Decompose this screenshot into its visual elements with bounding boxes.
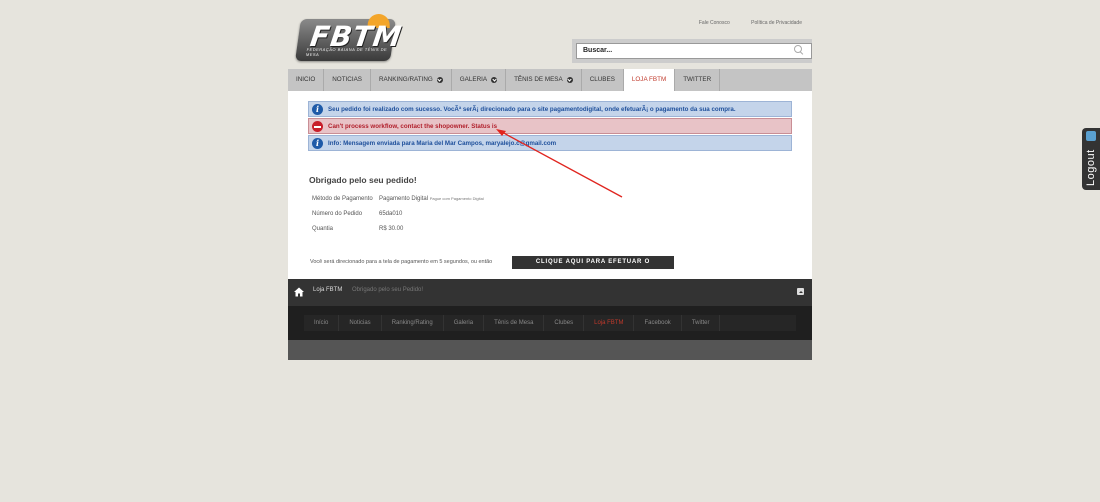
- footer-nav-wrap: Início Noticias Ranking/Rating Galeria T…: [288, 306, 812, 340]
- nav-label: NOTICIAS: [332, 76, 362, 83]
- search-icon[interactable]: [794, 45, 802, 53]
- logo-subtitle: FEDERAÇÃO BAIANA DE TÊNIS DE MESA: [305, 47, 388, 57]
- nav-ranking[interactable]: RANKING/RATING: [371, 69, 452, 91]
- footer-nav-clubes[interactable]: Clubes: [544, 315, 585, 331]
- privacy-link[interactable]: Política de Privacidade: [751, 20, 802, 26]
- payment-note: Pague com Pagamento Digital: [429, 196, 484, 201]
- chevron-down-icon: [436, 77, 443, 83]
- redirect-text: Você será direcionado para a tela de pag…: [310, 259, 493, 265]
- pay-button[interactable]: CLIQUE AQUI PARA EFETUAR O PAGAMENTO: [512, 256, 674, 278]
- search-input[interactable]: Buscar...: [576, 43, 812, 59]
- footer-nav-twitter[interactable]: Twitter: [682, 315, 721, 331]
- chevron-down-icon: [566, 77, 573, 83]
- page-title: Obrigado pelo seu pedido!: [309, 175, 417, 185]
- chevron-down-icon: [491, 77, 498, 83]
- footer-nav-galeria[interactable]: Galeria: [444, 315, 485, 331]
- nav-inicio[interactable]: INICIO: [288, 69, 325, 91]
- row-label: Número do Pedido: [312, 211, 363, 217]
- row-label: Método de Pagamento: [312, 196, 373, 202]
- row-value: Pagamento Digital Pague com Pagamento Di…: [379, 196, 484, 202]
- nav-label: TÊNIS DE MESA: [514, 76, 563, 83]
- red-arrow-annotation: [496, 129, 623, 198]
- fbtm-logo[interactable]: FBTM FEDERAÇÃO BAIANA DE TÊNIS DE MESA: [295, 14, 404, 61]
- contact-link[interactable]: Fale Conosco: [699, 20, 730, 26]
- nav-clubes[interactable]: CLUBES: [582, 69, 624, 91]
- footer-nav: Início Noticias Ranking/Rating Galeria T…: [304, 315, 796, 331]
- breadcrumb: Loja FBTM Obrigado pelo seu Pedido!: [288, 279, 812, 306]
- footer-bottom: [288, 340, 812, 360]
- footer-nav-ranking[interactable]: Ranking/Rating: [382, 315, 444, 331]
- footer-nav-tenis[interactable]: Tênis de Mesa: [484, 315, 545, 331]
- footer-nav-inicio[interactable]: Início: [304, 315, 340, 331]
- nav-label: INICIO: [296, 76, 316, 83]
- search-box: Buscar...: [572, 39, 812, 63]
- footer-nav-noticias[interactable]: Noticias: [339, 315, 382, 331]
- main-content: i Seu pedido foi realizado com sucesso. …: [288, 91, 812, 279]
- main-nav: INICIO NOTICIAS RANKING/RATING GALERIA T…: [288, 69, 812, 91]
- row-value: 65da010: [379, 211, 403, 217]
- logout-label: Logout: [1085, 149, 1097, 186]
- back-to-top-icon[interactable]: [797, 288, 804, 295]
- row-value: R$ 30.00: [379, 226, 404, 232]
- row-label: Quantia: [312, 226, 334, 232]
- breadcrumb-section[interactable]: Loja FBTM: [313, 287, 342, 293]
- nav-twitter[interactable]: TWITTER: [675, 69, 721, 91]
- nav-tenis-de-mesa[interactable]: TÊNIS DE MESA: [506, 69, 582, 91]
- breadcrumb-current: Obrigado pelo seu Pedido!: [352, 287, 424, 293]
- page-container: FBTM FEDERAÇÃO BAIANA DE TÊNIS DE MESA F…: [288, 0, 812, 360]
- nav-label: LOJA FBTM: [631, 76, 667, 83]
- home-icon[interactable]: [294, 287, 304, 297]
- nav-label: RANKING/RATING: [379, 76, 433, 83]
- footer-nav-facebook[interactable]: Facebook: [634, 315, 682, 331]
- footer-nav-loja[interactable]: Loja FBTM: [584, 315, 635, 331]
- payment-method-value: Pagamento Digital: [379, 196, 429, 202]
- nav-label: GALERIA: [459, 76, 488, 83]
- nav-label: CLUBES: [589, 76, 615, 83]
- nav-galeria[interactable]: GALERIA: [452, 69, 507, 91]
- nav-loja-fbtm[interactable]: LOJA FBTM: [623, 69, 676, 91]
- top-links: Fale Conosco Política de Privacidade: [679, 20, 802, 26]
- logout-tab[interactable]: Logout: [1082, 128, 1100, 190]
- nav-noticias[interactable]: NOTICIAS: [324, 69, 371, 91]
- user-icon: [1086, 131, 1096, 141]
- nav-label: TWITTER: [683, 76, 712, 83]
